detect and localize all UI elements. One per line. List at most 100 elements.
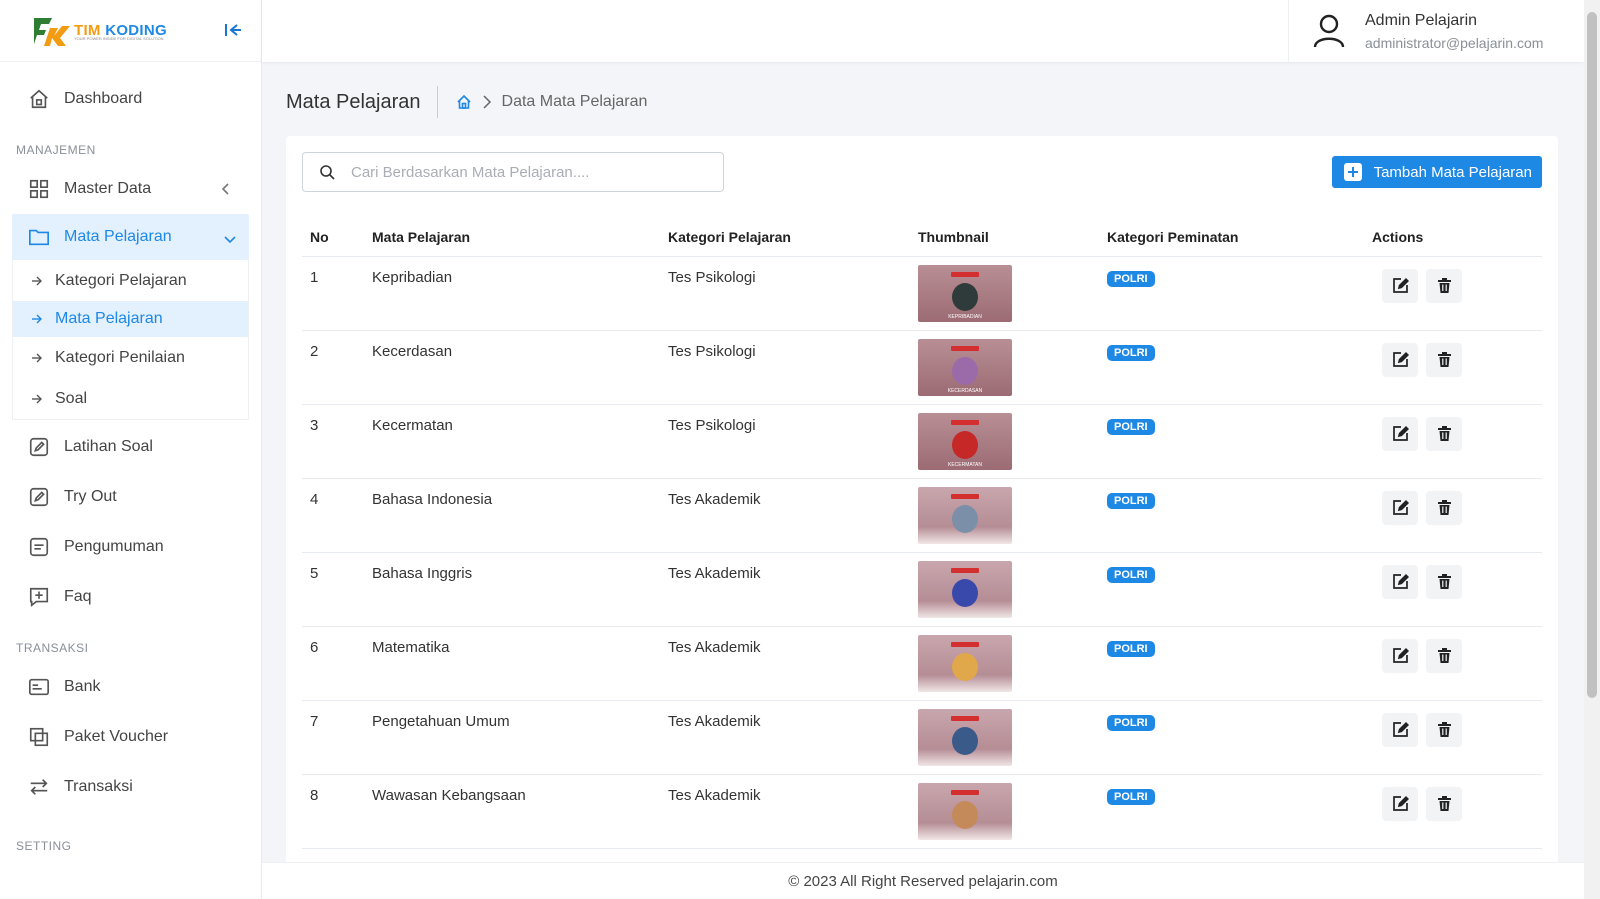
document-icon bbox=[29, 537, 49, 557]
cell-thumbnail: KECERDASAN bbox=[910, 330, 1099, 405]
submenu-item-kategori-penilaian[interactable]: Kategori Penilaian bbox=[13, 337, 248, 378]
peminatan-badge: POLRI bbox=[1107, 714, 1155, 731]
delete-button[interactable] bbox=[1426, 268, 1462, 303]
edit-button[interactable] bbox=[1382, 268, 1418, 303]
edit-button[interactable] bbox=[1382, 786, 1418, 821]
edit-button[interactable] bbox=[1382, 342, 1418, 377]
sidebar-item-try-out[interactable]: Try Out bbox=[0, 472, 261, 522]
edit-icon bbox=[1392, 647, 1409, 664]
thumbnail-image[interactable] bbox=[918, 560, 1012, 618]
cell-mata-pelajaran: Kecermatan bbox=[364, 404, 660, 479]
thumbnail-image[interactable]: KECERDASAN bbox=[918, 338, 1012, 396]
trash-icon bbox=[1436, 721, 1453, 738]
thumbnail-illustration bbox=[952, 652, 978, 681]
delete-button[interactable] bbox=[1426, 786, 1462, 821]
sidebar: TIM KODING YOUR POWER INSIDE FOR DIGITAL… bbox=[0, 0, 262, 899]
sidebar-item-transaksi[interactable]: Transaksi bbox=[0, 762, 261, 812]
thumbnail-caption bbox=[918, 756, 1012, 766]
submenu-item-soal[interactable]: Soal bbox=[13, 378, 248, 419]
breadcrumb: Mata Pelajaran Data Mata Pelajaran bbox=[286, 86, 647, 118]
thumbnail-caption: KECERDASAN bbox=[947, 387, 983, 394]
sidebar-item-master-data[interactable]: Master Data bbox=[0, 164, 261, 214]
arrow-right-icon bbox=[32, 276, 42, 285]
cell-actions bbox=[1364, 626, 1542, 701]
section-label-setting: SETTING bbox=[16, 839, 72, 853]
thumbnail-caption bbox=[918, 682, 1012, 692]
edit-icon bbox=[1392, 499, 1409, 516]
edit-button[interactable] bbox=[1382, 564, 1418, 599]
thumbnail-image[interactable]: KEPRIBADIAN bbox=[918, 264, 1012, 322]
thumbnail-image[interactable]: KECERMATAN bbox=[918, 412, 1012, 470]
thumbnail-tag bbox=[951, 271, 979, 277]
cell-no: 2 bbox=[302, 330, 364, 405]
edit-button[interactable] bbox=[1382, 416, 1418, 451]
thumbnail-image[interactable] bbox=[918, 782, 1012, 840]
row-actions bbox=[1372, 490, 1534, 525]
cell-kategori-peminatan: POLRI bbox=[1099, 626, 1364, 701]
sidebar-item-paket-voucher[interactable]: Paket Voucher bbox=[0, 712, 261, 762]
submenu-item-label: Mata Pelajaran bbox=[55, 310, 163, 327]
submenu-item-kategori-pelajaran[interactable]: Kategori Pelajaran bbox=[13, 260, 248, 301]
edit-button[interactable] bbox=[1382, 712, 1418, 747]
trash-icon bbox=[1436, 277, 1453, 294]
user-email: administrator@pelajarin.com bbox=[1365, 35, 1544, 51]
submenu-mata-pelajaran: Kategori Pelajaran Mata Pelajaran Katego… bbox=[12, 260, 249, 420]
thumbnail-caption bbox=[918, 534, 1012, 544]
peminatan-badge: POLRI bbox=[1107, 492, 1155, 509]
sidebar-item-latihan-soal[interactable]: Latihan Soal bbox=[0, 422, 261, 472]
thumbnail-image[interactable] bbox=[918, 634, 1012, 692]
thumbnail-tag bbox=[951, 567, 979, 573]
cell-kategori-peminatan: POLRI bbox=[1099, 478, 1364, 553]
section-label-transaksi: TRANSAKSI bbox=[16, 641, 89, 655]
thumbnail-tag bbox=[951, 789, 979, 795]
thumbnail-caption: KECERMATAN bbox=[948, 461, 982, 468]
sidebar-item-bank[interactable]: Bank bbox=[0, 662, 261, 712]
folder-icon bbox=[29, 229, 49, 246]
thumbnail-caption: KEPRIBADIAN bbox=[948, 313, 982, 320]
cell-actions bbox=[1364, 256, 1542, 331]
sidebar-item-faq[interactable]: Faq bbox=[0, 572, 261, 622]
collapse-sidebar-icon[interactable] bbox=[223, 20, 243, 40]
column-header-kategori-pelajaran: Kategori Pelajaran bbox=[660, 218, 910, 257]
delete-button[interactable] bbox=[1426, 564, 1462, 599]
trash-icon bbox=[1436, 351, 1453, 368]
tim-koding-logo-icon[interactable] bbox=[32, 14, 72, 48]
edit-button[interactable] bbox=[1382, 638, 1418, 673]
cell-kategori-peminatan: POLRI bbox=[1099, 774, 1364, 849]
cell-mata-pelajaran: Wawasan Kebangsaan bbox=[364, 774, 660, 849]
delete-button[interactable] bbox=[1426, 712, 1462, 747]
thumbnail-illustration bbox=[952, 504, 978, 533]
user-profile[interactable]: Admin Pelajarin administrator@pelajarin.… bbox=[1288, 0, 1584, 62]
page-scrollbar[interactable] bbox=[1584, 0, 1600, 899]
sidebar-item-dashboard[interactable]: Dashboard bbox=[0, 74, 261, 124]
arrow-right-icon bbox=[32, 353, 42, 362]
scrollbar-thumb[interactable] bbox=[1587, 12, 1597, 698]
row-actions bbox=[1372, 342, 1534, 377]
add-mata-pelajaran-button[interactable]: Tambah Mata Pelajaran bbox=[1331, 156, 1542, 188]
delete-button[interactable] bbox=[1426, 638, 1462, 673]
thumbnail-image[interactable] bbox=[918, 708, 1012, 766]
cell-kategori-peminatan: POLRI bbox=[1099, 700, 1364, 775]
delete-button[interactable] bbox=[1426, 342, 1462, 377]
home-icon[interactable] bbox=[456, 94, 472, 110]
thumbnail-image[interactable] bbox=[918, 486, 1012, 544]
chevron-left-icon bbox=[221, 183, 229, 195]
edit-icon bbox=[1392, 795, 1409, 812]
sidebar-item-pengumuman[interactable]: Pengumuman bbox=[0, 522, 261, 572]
thumbnail-illustration bbox=[952, 726, 978, 755]
sidebar-item-mata-pelajaran[interactable]: Mata Pelajaran bbox=[12, 214, 249, 260]
sidebar-item-label: Master Data bbox=[64, 180, 152, 197]
cell-thumbnail bbox=[910, 478, 1099, 553]
row-actions bbox=[1372, 638, 1534, 673]
submenu-item-mata-pelajaran[interactable]: Mata Pelajaran bbox=[13, 301, 248, 337]
cell-kategori-peminatan: POLRI bbox=[1099, 404, 1364, 479]
edit-button[interactable] bbox=[1382, 490, 1418, 525]
delete-button[interactable] bbox=[1426, 490, 1462, 525]
brand-tagline: YOUR POWER INSIDE FOR DIGITAL SOLUTION bbox=[74, 36, 164, 41]
cell-mata-pelajaran: Bahasa Inggris bbox=[364, 552, 660, 627]
plus-message-icon bbox=[29, 587, 49, 607]
search-input[interactable] bbox=[351, 153, 711, 191]
thumbnail-tag bbox=[951, 345, 979, 351]
delete-button[interactable] bbox=[1426, 416, 1462, 451]
thumbnail-tag bbox=[951, 419, 979, 425]
